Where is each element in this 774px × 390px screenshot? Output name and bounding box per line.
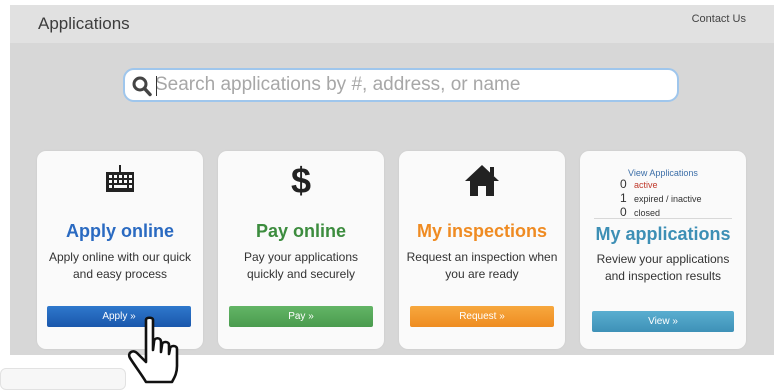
closed-count: 0 [620,205,627,219]
my-applications-description: Review your applications and inspection … [596,252,730,283]
header-bar: Applications Contact Us [10,5,774,43]
search-icon [132,76,152,97]
hand-pointer-icon [127,316,179,384]
text-cursor [156,76,157,96]
closed-count-row: 0 closed [620,205,660,219]
pay-button[interactable]: Pay » [229,306,373,327]
pay-online-title: Pay online [255,221,347,241]
my-applications-card: View Applications 0 active 1 expired / ina… [580,151,746,349]
active-label: active [634,180,658,190]
search-box[interactable] [123,68,679,102]
svg-text:$: $ [291,162,311,198]
contact-us-link[interactable]: Contact Us [692,13,746,25]
pay-online-description: Pay your applications quickly and secure… [243,250,359,281]
application-stats: View Applications [580,163,746,181]
pay-online-card: $ Pay online Pay your applications quick… [218,151,384,349]
home-icon [465,165,499,196]
my-inspections-description: Request an inspection when you are ready [406,250,558,281]
expired-count: 1 [620,191,627,205]
dollar-icon: $ [291,162,311,198]
my-inspections-title: My inspections [416,221,548,241]
apply-online-description: Apply online with our quick and easy pro… [48,250,192,281]
expired-count-row: 1 expired / inactive [620,191,702,205]
stats-divider [594,218,732,219]
active-count: 0 [620,177,627,191]
search-input[interactable] [155,72,665,98]
request-button[interactable]: Request » [410,306,554,327]
closed-label: closed [634,208,661,218]
my-applications-title: My applications [595,224,731,244]
view-button[interactable]: View » [592,311,734,332]
keyboard-icon [106,165,134,192]
apply-online-title: Apply online [66,221,174,241]
applications-panel: Applications Contact Us Apply online App… [10,5,774,355]
bottom-tab[interactable] [0,368,126,390]
active-count-row: 0 active [620,177,658,191]
page-title: Applications [38,14,130,33]
expired-label: expired / inactive [634,194,702,204]
my-inspections-card: My inspections Request an inspection whe… [399,151,565,349]
